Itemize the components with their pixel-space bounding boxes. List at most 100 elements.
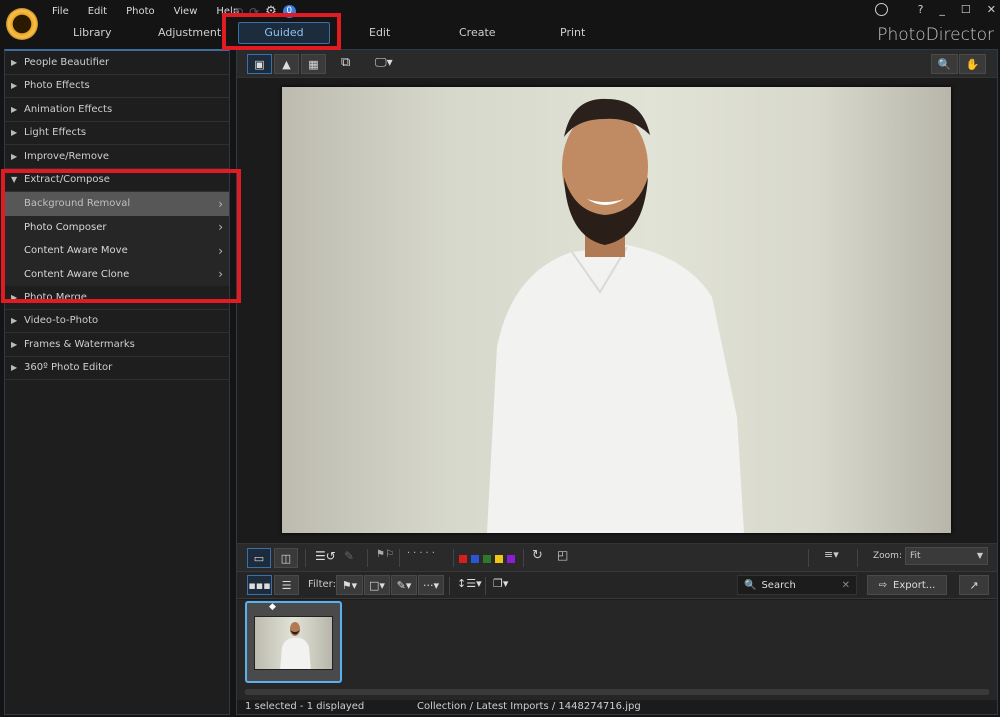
zoom-value: Fit [910, 551, 921, 561]
magnifier-icon: 🔍 [937, 57, 952, 71]
filter-bar: ▪▪▪ ☰ Filter: ⚑▾ □▾ ✎▾ ···▾ ↕☰▾ ❐▾ 🔍 Sear… [237, 571, 997, 599]
label-filter-button[interactable]: □▾ [364, 575, 390, 595]
file-path: Collection / Latest Imports / 1448274716… [417, 701, 641, 712]
main-photo[interactable] [282, 87, 951, 533]
full-view-button[interactable]: ▲ [274, 54, 299, 74]
mode-tabs: Library Adjustment Guided Edit Create Pr… [0, 22, 700, 46]
single-view-button[interactable]: ▣ [247, 54, 272, 74]
tab-library[interactable]: Library [73, 26, 111, 39]
quick-access: ⟲ ⟳ ⚙ 0 [233, 4, 296, 19]
category-video-to-photo[interactable]: ▶ Video-to-Photo [5, 310, 229, 333]
menu-file[interactable]: File [52, 6, 69, 17]
color-label-purple[interactable] [507, 555, 515, 563]
grid-view-button[interactable]: ▦ [301, 54, 326, 74]
color-label-green[interactable] [483, 555, 491, 563]
flag-icon[interactable]: ⚑⚐ [376, 549, 394, 560]
item-content-aware-clone[interactable]: Content Aware Clone › [5, 262, 229, 286]
list-view-button[interactable]: ☰ [274, 575, 299, 595]
rotate-icon[interactable]: ↻ [532, 548, 543, 563]
category-label: Photo Effects [24, 80, 90, 92]
undo-icon[interactable]: ⟲ [233, 5, 243, 19]
zoom-select[interactable]: Fit ▼ [905, 547, 988, 565]
color-label-yellow[interactable] [495, 555, 503, 563]
item-background-removal[interactable]: Background Removal › [5, 192, 229, 216]
divider [399, 549, 400, 567]
crop-warning-icon[interactable]: ◰ [557, 548, 568, 562]
category-label: Extract/Compose [24, 174, 110, 186]
search-input[interactable]: 🔍 Search ✕ [737, 575, 857, 595]
category-360-photo-editor[interactable]: ▶ 360º Photo Editor [5, 357, 229, 380]
item-label: Content Aware Clone [24, 268, 130, 280]
rating-filter-button[interactable]: ···▾ [418, 575, 444, 595]
star-rating[interactable]: ····· [407, 548, 438, 559]
expand-arrow-icon: ▶ [11, 128, 18, 138]
tab-adjustment[interactable]: Adjustment [158, 26, 221, 39]
square-icon: □▾ [369, 578, 385, 592]
notification-badge[interactable]: 0 [282, 5, 296, 18]
category-people-beautifier[interactable]: ▶ People Beautifier [5, 51, 229, 75]
user-account-icon[interactable] [874, 3, 888, 16]
category-light-effects[interactable]: ▶ Light Effects [5, 122, 229, 145]
category-frames-watermarks[interactable]: ▶ Frames & Watermarks [5, 333, 229, 357]
pencil-icon: ✎▾ [396, 578, 412, 592]
collapse-arrow-icon: ▼ [11, 175, 18, 185]
color-label-blue[interactable] [471, 555, 479, 563]
compare-photos-button[interactable]: ◫ [274, 548, 298, 568]
selection-status: 1 selected - 1 displayed [245, 701, 365, 712]
photo-viewer [237, 79, 997, 541]
sort-order-icon[interactable]: ↕☰▾ [457, 577, 482, 590]
menu-view[interactable]: View [174, 6, 198, 17]
help-button[interactable]: ? [918, 3, 924, 16]
category-animation-effects[interactable]: ▶ Animation Effects [5, 98, 229, 122]
export-icon: ⇨ [878, 579, 888, 591]
color-label-red[interactable] [459, 555, 467, 563]
expand-arrow-icon: ▶ [11, 57, 18, 67]
redo-icon[interactable]: ⟳ [249, 5, 259, 19]
gear-icon[interactable]: ⚙ [265, 4, 277, 19]
tab-guided[interactable]: Guided [238, 22, 330, 44]
chevron-right-icon: › [218, 196, 223, 211]
tab-print[interactable]: Print [560, 26, 585, 39]
category-label: People Beautifier [24, 56, 110, 68]
stack-icon[interactable]: ❐▾ [493, 577, 508, 590]
brush-icon[interactable]: ✎ [344, 549, 354, 563]
minimize-button[interactable]: _ [939, 3, 945, 16]
expand-arrow-icon: ▶ [11, 339, 18, 349]
shirt [280, 638, 311, 669]
window-controls: ? _ ☐ ✕ [874, 3, 996, 16]
close-button[interactable]: ✕ [987, 3, 996, 16]
maximize-button[interactable]: ☐ [961, 3, 971, 16]
pan-tool-button[interactable]: ✋ [959, 54, 986, 74]
menu-photo[interactable]: Photo [126, 6, 155, 17]
share-button[interactable]: ↗ [959, 575, 989, 595]
export-button[interactable]: ⇨ Export... [867, 575, 947, 595]
item-content-aware-move[interactable]: Content Aware Move › [5, 239, 229, 263]
single-photo-button[interactable]: ▭ [247, 548, 271, 568]
zoom-tool-button[interactable]: 🔍 [931, 54, 958, 74]
guided-sidebar: ▶ People Beautifier ▶ Photo Effects ▶ Anima… [4, 49, 230, 715]
compare-icon[interactable]: ⧉ [341, 55, 350, 70]
tab-create[interactable]: Create [459, 26, 496, 39]
divider [523, 549, 524, 567]
category-photo-effects[interactable]: ▶ Photo Effects [5, 75, 229, 98]
shirt [487, 245, 744, 533]
menu-edit[interactable]: Edit [88, 6, 107, 17]
thumbnail[interactable]: ◆ [245, 601, 342, 683]
monitor-dropdown-icon[interactable]: 🖵▾ [375, 55, 393, 70]
category-photo-merge[interactable]: ▶ Photo Merge [5, 286, 229, 310]
item-photo-composer[interactable]: Photo Composer › [5, 215, 229, 239]
tab-edit[interactable]: Edit [369, 26, 390, 39]
category-improve-remove[interactable]: ▶ Improve/Remove [5, 145, 229, 169]
flag-filter-button[interactable]: ⚑▾ [336, 575, 363, 595]
title-bar: File Edit Photo View Help ⟲ ⟳ ⚙ 0 ? _ ☐ … [0, 0, 1000, 46]
edit-filter-button[interactable]: ✎▾ [391, 575, 417, 595]
filmstrip-scrollbar[interactable] [245, 689, 989, 695]
stack-rotate-icon[interactable]: ☰↺ [315, 549, 336, 563]
filmstrip-view-button[interactable]: ▪▪▪ [247, 575, 272, 595]
expand-arrow-icon: ▶ [11, 316, 18, 326]
category-extract-compose[interactable]: ▼ Extract/Compose [5, 169, 229, 192]
category-label: Frames & Watermarks [24, 338, 135, 350]
thumbnail-portrait [280, 622, 311, 669]
clear-search-icon[interactable]: ✕ [842, 580, 850, 591]
sort-dropdown-icon[interactable]: ≡▾ [824, 548, 839, 561]
